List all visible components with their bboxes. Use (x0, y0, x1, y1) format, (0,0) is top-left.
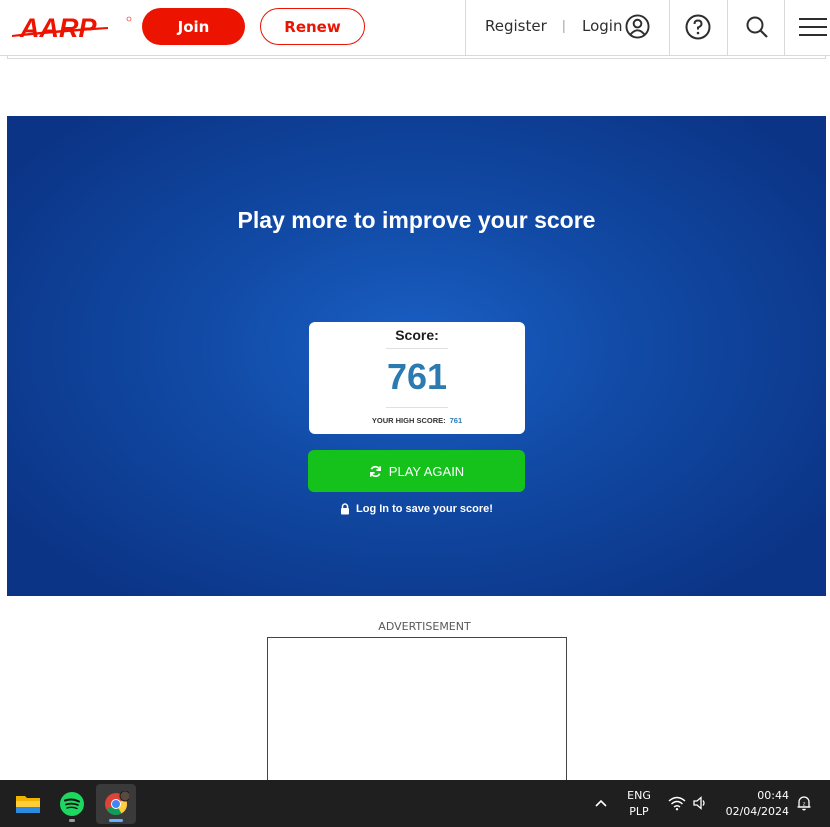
play-again-label: PLAY AGAIN (388, 463, 465, 479)
divider (386, 407, 448, 408)
high-score-value: 761 (449, 416, 463, 425)
advertisement-box[interactable] (267, 637, 567, 787)
help-icon[interactable] (685, 14, 711, 40)
file-explorer-icon[interactable] (8, 784, 48, 824)
language-line2: PLP (629, 805, 649, 818)
score-label: Score: (395, 327, 439, 343)
play-again-button[interactable]: PLAY AGAIN (308, 450, 525, 492)
site-header: AARP Join Renew Register | Login (0, 0, 830, 56)
divider (727, 0, 728, 56)
clock[interactable]: 00:44 02/04/2024 (715, 788, 789, 820)
header-strip (7, 56, 826, 59)
language-indicator[interactable]: ENG PLP (623, 788, 655, 820)
high-score-label: YOUR HIGH SCORE: (371, 416, 446, 425)
divider (669, 0, 670, 56)
wifi-icon[interactable] (668, 795, 686, 811)
login-save-label: Log In to save your score! (356, 503, 493, 515)
refresh-icon (369, 465, 381, 477)
lock-icon (341, 503, 350, 515)
aarp-logo[interactable]: AARP (12, 13, 132, 41)
register-link[interactable]: Register (485, 17, 547, 35)
score-card: Score: 761 YOUR HIGH SCORE: 761 (309, 322, 525, 434)
game-panel: Play more to improve your score Score: 7… (7, 116, 826, 596)
divider (465, 0, 466, 56)
login-save-link[interactable]: Log In to save your score! (7, 503, 826, 515)
logo-text: AARP (19, 13, 97, 41)
chevron-up-icon[interactable] (593, 795, 609, 811)
search-icon[interactable] (745, 15, 769, 39)
high-score: YOUR HIGH SCORE: 761 (309, 416, 525, 425)
account-icon[interactable] (625, 14, 650, 39)
language-line1: ENG (627, 789, 651, 802)
notification-icon[interactable]: z (796, 795, 812, 811)
taskbar: ENG PLP 00:44 02/04/2024 z (0, 780, 830, 827)
svg-text:z: z (803, 802, 806, 808)
volume-icon[interactable] (692, 795, 708, 811)
menu-icon[interactable] (799, 17, 827, 37)
divider (386, 348, 448, 349)
date: 02/04/2024 (725, 805, 789, 818)
score-value: 761 (386, 356, 448, 397)
time: 00:44 (757, 789, 789, 802)
divider (784, 0, 785, 56)
active-indicator (109, 819, 123, 822)
separator: | (562, 17, 566, 33)
running-indicator (69, 819, 75, 822)
renew-button[interactable]: Renew (260, 8, 365, 45)
game-title: Play more to improve your score (237, 207, 596, 233)
login-link[interactable]: Login (582, 17, 622, 35)
chrome-icon[interactable] (96, 784, 136, 824)
spotify-icon[interactable] (52, 784, 92, 824)
advertisement-label: ADVERTISEMENT (378, 620, 471, 633)
join-button[interactable]: Join (142, 8, 245, 45)
